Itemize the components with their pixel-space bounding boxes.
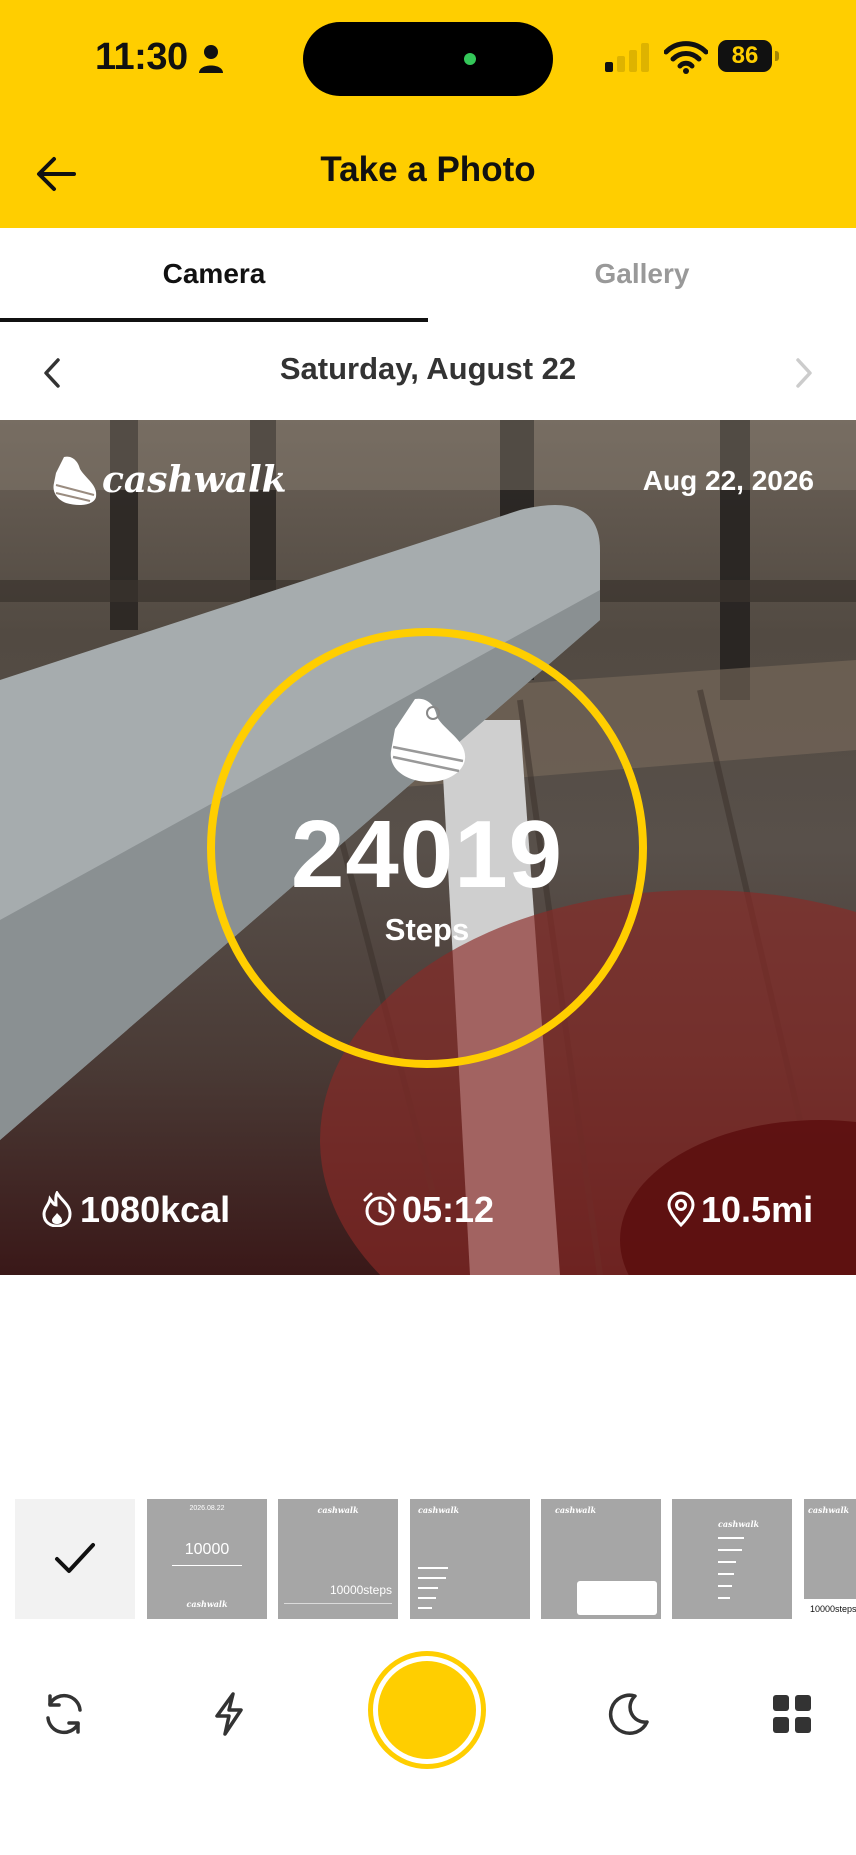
template-partial[interactable]: cashwalk 10000steps <box>804 1499 856 1619</box>
template-line <box>418 1577 446 1579</box>
template-brand: cashwalk <box>186 1599 228 1609</box>
template-bottom[interactable]: cashwalk 10000steps <box>278 1499 398 1619</box>
template-card-box <box>577 1581 657 1615</box>
template-center-list[interactable]: cashwalk <box>672 1499 792 1619</box>
template-date: 2026.08.22 <box>189 1505 225 1512</box>
template-divider <box>284 1603 392 1604</box>
checkmark-icon <box>55 1543 95 1573</box>
template-none[interactable] <box>15 1499 135 1619</box>
current-date: Saturday, August 22 <box>279 351 577 386</box>
cashwalk-logo: cashwalk <box>50 455 287 515</box>
template-line <box>418 1597 436 1599</box>
template-line <box>718 1561 736 1563</box>
template-list[interactable]: cashwalk <box>410 1499 530 1619</box>
chevron-right-icon[interactable] <box>788 355 818 391</box>
photo-date: Aug 22, 2026 <box>642 465 814 496</box>
status-bar: 11:30 86 <box>0 0 856 115</box>
template-brand: cashwalk <box>317 1505 359 1515</box>
template-line <box>718 1537 744 1539</box>
shoe-icon <box>53 456 97 505</box>
template-value: 10000 <box>184 1541 230 1558</box>
distance-stat: 10.5mi <box>665 1185 825 1235</box>
alarm-clock-icon <box>363 1192 397 1226</box>
template-line <box>718 1549 742 1551</box>
calories-value: 1080kcal <box>80 1189 231 1230</box>
location-pin-icon <box>667 1191 695 1227</box>
tab-gallery[interactable]: Gallery <box>428 228 856 325</box>
calories-stat: 1080kcal <box>42 1185 252 1235</box>
battery-indicator: 86 <box>718 40 780 74</box>
template-brand: cashwalk <box>808 1505 850 1515</box>
brand-name: cashwalk <box>102 459 287 501</box>
duration-stat: 05:12 <box>362 1185 502 1235</box>
steps-count: 24019 <box>291 801 563 908</box>
person-icon <box>199 45 223 73</box>
status-time: 11:30 <box>95 36 188 78</box>
tab-bar: Camera Gallery <box>0 228 856 329</box>
battery-level: 86 <box>718 40 772 72</box>
template-divider <box>172 1565 242 1566</box>
template-brand: cashwalk <box>418 1505 460 1515</box>
duration-value: 05:12 <box>402 1189 495 1230</box>
template-line <box>718 1597 730 1599</box>
distance-value: 10.5mi <box>701 1189 814 1230</box>
template-brand: cashwalk <box>555 1505 597 1515</box>
flash-icon[interactable] <box>205 1690 253 1738</box>
tab-camera[interactable]: Camera <box>0 228 428 325</box>
grid-icon[interactable] <box>768 1690 816 1738</box>
header-bar: 11:30 86 Take a Photo <box>0 0 856 228</box>
template-line <box>418 1587 438 1589</box>
template-value: 10000steps <box>804 1599 856 1619</box>
wifi-icon <box>664 41 708 74</box>
night-mode-icon[interactable] <box>605 1690 653 1738</box>
template-brand: cashwalk <box>718 1519 760 1529</box>
template-line <box>718 1585 732 1587</box>
flip-camera-icon[interactable] <box>40 1690 88 1738</box>
template-line <box>418 1567 448 1569</box>
camera-indicator-dot <box>464 53 476 65</box>
shutter-button-inner[interactable] <box>378 1661 476 1759</box>
page-title: Take a Photo <box>320 150 536 189</box>
template-line <box>718 1573 734 1575</box>
cellular-signal-icon <box>605 43 649 72</box>
flame-icon <box>42 1191 72 1227</box>
battery-cap <box>775 51 779 61</box>
template-strip: 2026.08.22 10000 cashwalk cashwalk 10000… <box>0 1498 856 1620</box>
template-centered[interactable]: 2026.08.22 10000 cashwalk <box>147 1499 267 1619</box>
template-card[interactable]: cashwalk <box>541 1499 661 1619</box>
template-value: 10000steps <box>329 1583 392 1597</box>
template-line <box>418 1607 432 1609</box>
active-tab-indicator <box>0 318 428 322</box>
steps-label: Steps <box>384 912 470 947</box>
shoe-icon <box>390 698 466 782</box>
dynamic-island <box>303 22 553 96</box>
